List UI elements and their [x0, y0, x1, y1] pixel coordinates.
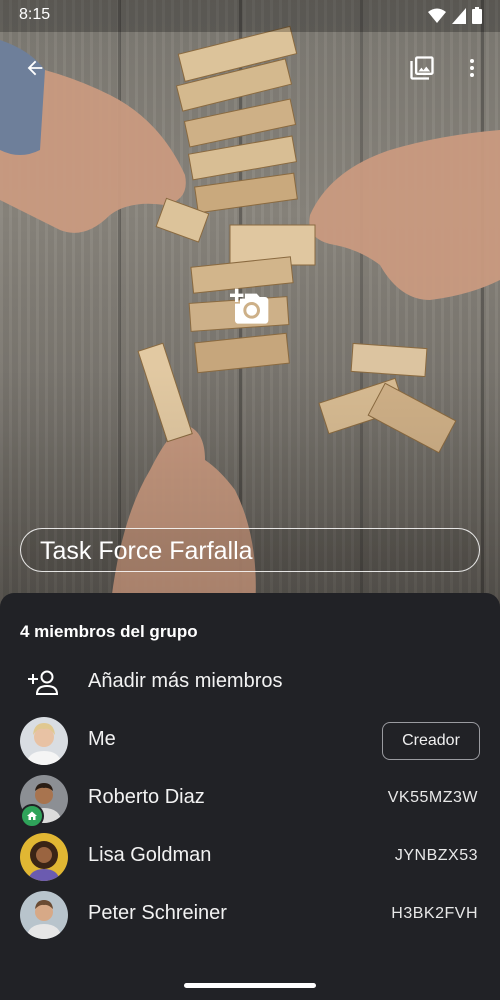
members-count-title: 4 miembros del grupo: [20, 622, 198, 641]
more-vert-icon: [470, 59, 474, 77]
members-sheet: 4 miembros del grupo Añadir más miembros…: [0, 593, 500, 1000]
group-name-text: Task Force Farfalla: [40, 537, 253, 565]
arrow-back-icon: [27, 60, 43, 76]
home-badge: [20, 804, 44, 828]
member-name: Lisa Goldman: [88, 844, 212, 866]
group-photo[interactable]: 8:15 Task Force Farfalla: [0, 0, 500, 610]
add-camera-icon: [230, 288, 269, 324]
more-options-button[interactable]: [452, 48, 492, 88]
member-code: JYNBZX53: [394, 847, 478, 864]
navigation-handle[interactable]: [184, 983, 316, 988]
add-members-row[interactable]: Añadir más miembros: [0, 655, 500, 711]
status-bar: 8:15: [0, 0, 500, 32]
member-row-me[interactable]: Me Creador: [0, 713, 500, 769]
group-name-field[interactable]: Task Force Farfalla: [20, 528, 480, 572]
status-time: 8:15: [19, 6, 51, 23]
add-members-label: Añadir más miembros: [88, 670, 283, 692]
member-row-lisa[interactable]: Lisa Goldman JYNBZX53: [0, 829, 500, 885]
signal-icon: [452, 7, 466, 24]
avatar: [20, 891, 68, 939]
back-button[interactable]: [15, 48, 55, 88]
member-row-roberto[interactable]: Roberto Diaz VK55MZ3W: [0, 771, 500, 828]
member-name: Me: [88, 728, 116, 750]
member-row-peter[interactable]: Peter Schreiner H3BK2FVH: [0, 887, 500, 943]
member-name: Peter Schreiner: [88, 902, 227, 924]
avatar: [20, 717, 68, 765]
change-photo-button[interactable]: [225, 282, 275, 332]
member-code: VK55MZ3W: [387, 789, 478, 806]
creator-badge: Creador: [382, 722, 480, 760]
wifi-icon: [428, 8, 446, 23]
member-name: Roberto Diaz: [88, 786, 205, 808]
home-icon: [27, 811, 37, 820]
avatar: [20, 833, 68, 881]
person-add-icon: [28, 670, 59, 695]
battery-icon: [472, 7, 482, 24]
gallery-button[interactable]: [402, 48, 442, 88]
photo-library-icon: [410, 56, 434, 80]
status-icons: [428, 7, 482, 24]
member-code: H3BK2FVH: [391, 905, 478, 922]
